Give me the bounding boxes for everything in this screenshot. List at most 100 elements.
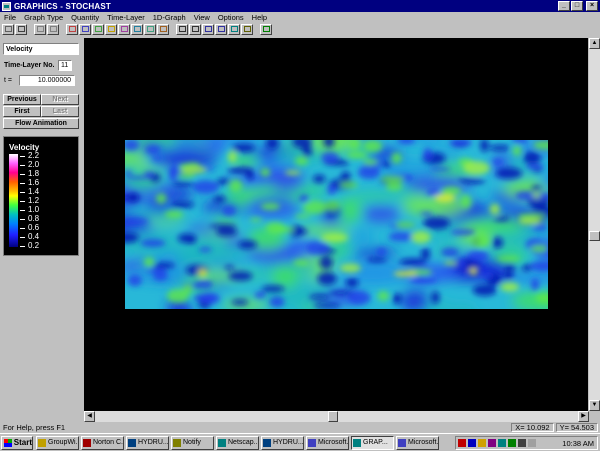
- task-label: Norton C...: [93, 439, 124, 446]
- legend-tick: [20, 228, 25, 229]
- print-tool-button[interactable]: [15, 23, 27, 35]
- text-tool-tool-button[interactable]: [66, 23, 78, 35]
- scroll-left-arrow[interactable]: ◀: [84, 411, 95, 422]
- tray-network-icon[interactable]: [488, 439, 496, 447]
- menu-help[interactable]: Help: [248, 13, 271, 22]
- grid-dense-tool-button[interactable]: [47, 23, 59, 35]
- tray-alert-icon[interactable]: [458, 439, 466, 447]
- close-button[interactable]: ×: [586, 1, 598, 11]
- grid-tool-button[interactable]: [34, 23, 46, 35]
- legend-value: 0.6: [28, 223, 40, 232]
- zoom-icon: [204, 26, 212, 32]
- tray-shield-icon[interactable]: [468, 439, 476, 447]
- print-icon: [17, 26, 25, 32]
- scroll-down-arrow[interactable]: ▼: [589, 400, 600, 411]
- vertical-scroll-thumb[interactable]: [589, 231, 600, 241]
- control-panel: Velocity Time-Layer No. 11 t = 10.000000…: [0, 38, 82, 422]
- fit-icon: [178, 26, 186, 32]
- taskbar-task-button[interactable]: GroupWi...: [36, 435, 79, 450]
- text-tool-icon: [68, 26, 76, 32]
- taskbar-task-button[interactable]: Norton C...: [81, 435, 124, 450]
- menu-view[interactable]: View: [190, 13, 214, 22]
- menu-quantity[interactable]: Quantity: [67, 13, 103, 22]
- time-layer-label: Time-Layer No.: [4, 62, 55, 69]
- copy-tool-button[interactable]: [2, 23, 14, 35]
- taskbar-task-button[interactable]: Microsoft...: [306, 435, 349, 450]
- rotate-icon: [230, 26, 238, 32]
- task-label: HYDRU...: [273, 439, 304, 446]
- tray-disk-icon[interactable]: [528, 439, 536, 447]
- export-tool-button[interactable]: [157, 23, 169, 35]
- shape-tool-tool-button[interactable]: [92, 23, 104, 35]
- tray-printer-icon[interactable]: [518, 439, 526, 447]
- pen-icon: [243, 26, 251, 32]
- taskbar-task-button[interactable]: Netscap...: [216, 435, 259, 450]
- quantity-field[interactable]: Velocity: [3, 43, 79, 55]
- task-list: GroupWi... Norton C... HYDRU... Notify Netsc…: [36, 435, 441, 450]
- palette-tool-button[interactable]: [105, 23, 117, 35]
- graph-area[interactable]: [84, 38, 588, 411]
- task-label: HYDRU...: [138, 439, 169, 446]
- copy-icon: [4, 26, 12, 32]
- help-icon: [262, 26, 270, 32]
- taskbar: Start GroupWi... Norton C... HYDRU... Notif…: [0, 433, 600, 451]
- pan-tool-button[interactable]: [189, 23, 201, 35]
- toolbar: [0, 22, 600, 36]
- legend-value: 0.2: [28, 241, 40, 250]
- tray-monitor-icon[interactable]: [498, 439, 506, 447]
- app-icon[interactable]: [2, 1, 11, 11]
- y-coordinate: Y= 54.503: [555, 422, 598, 432]
- task-label: Netscap...: [228, 439, 259, 446]
- first-button[interactable]: First: [3, 106, 41, 117]
- line-tool-tool-button[interactable]: [118, 23, 130, 35]
- arrow-tool-tool-button[interactable]: [79, 23, 91, 35]
- last-button[interactable]: Last: [41, 106, 79, 117]
- taskbar-task-button[interactable]: HYDRU...: [261, 435, 304, 450]
- legend-color-bar: [9, 154, 18, 247]
- t-label: t =: [4, 77, 12, 84]
- menu-1d-graph[interactable]: 1D-Graph: [149, 13, 190, 22]
- previous-button[interactable]: Previous: [3, 94, 41, 105]
- horizontal-scrollbar[interactable]: ◀ ▶: [84, 411, 589, 422]
- menu-time-layer[interactable]: Time-Layer: [103, 13, 149, 22]
- maximize-button[interactable]: □: [571, 1, 583, 11]
- menu-options[interactable]: Options: [214, 13, 248, 22]
- image-alt-icon: [146, 26, 154, 32]
- start-button[interactable]: Start: [1, 435, 33, 450]
- image-tool-button[interactable]: [131, 23, 143, 35]
- taskbar-task-button[interactable]: GRAP...: [351, 435, 394, 450]
- zoom-in-tool-button[interactable]: [215, 23, 227, 35]
- scroll-up-arrow[interactable]: ▲: [589, 38, 600, 49]
- flow-animation-button[interactable]: Flow Animation: [3, 118, 79, 129]
- time-layer-input[interactable]: 11: [58, 60, 72, 71]
- zoom-tool-button[interactable]: [202, 23, 214, 35]
- legend-value: 1.8: [28, 169, 40, 178]
- velocity-contour-plot[interactable]: [125, 140, 548, 309]
- app-icon: [128, 438, 136, 447]
- minimize-button[interactable]: _: [558, 1, 570, 11]
- color-legend: Velocity 2.2 2.0 1.8 1.6 1.4 1.2 1.0 0.8 0.6 0.4 0…: [3, 136, 79, 256]
- scroll-right-arrow[interactable]: ▶: [578, 411, 589, 422]
- fit-tool-button[interactable]: [176, 23, 188, 35]
- palette-icon: [107, 26, 115, 32]
- taskbar-task-button[interactable]: Microsoft...: [396, 435, 439, 450]
- next-button[interactable]: Next: [41, 94, 79, 105]
- taskbar-task-button[interactable]: HYDRU...: [126, 435, 169, 450]
- legend-value: 1.0: [28, 205, 40, 214]
- t-value-field[interactable]: 10.000000: [19, 75, 75, 86]
- task-label: GroupWi...: [48, 439, 79, 446]
- tray-app-icon[interactable]: [508, 439, 516, 447]
- horizontal-scroll-thumb[interactable]: [328, 411, 338, 422]
- tray-volume-icon[interactable]: [478, 439, 486, 447]
- help-tool-button[interactable]: [260, 23, 272, 35]
- menu-file[interactable]: File: [0, 13, 20, 22]
- image-alt-tool-button[interactable]: [144, 23, 156, 35]
- taskbar-task-button[interactable]: Notify: [171, 435, 214, 450]
- app-icon: [353, 438, 361, 447]
- menu-graph-type[interactable]: Graph Type: [20, 13, 67, 22]
- vertical-scrollbar[interactable]: ▲ ▼: [589, 38, 600, 411]
- app-icon: [398, 438, 406, 447]
- pen-tool-button[interactable]: [241, 23, 253, 35]
- windows-logo-icon: [4, 438, 12, 447]
- rotate-tool-button[interactable]: [228, 23, 240, 35]
